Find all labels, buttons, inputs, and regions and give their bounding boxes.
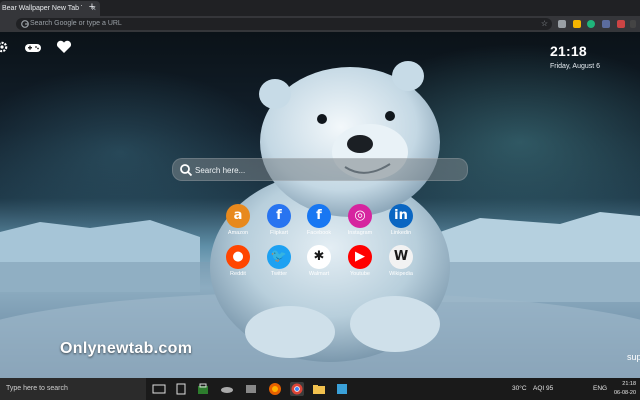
shortcut-label: Linkedin (390, 230, 412, 236)
shortcut-instagram[interactable]: ◎ Instagram (340, 204, 380, 244)
task-view-icon[interactable] (152, 382, 166, 396)
extension-icon[interactable] (617, 20, 625, 28)
favorites-button[interactable] (56, 40, 72, 54)
facebook-icon: f (307, 204, 331, 228)
file-explorer-icon[interactable] (312, 382, 326, 396)
address-bar[interactable]: Search Google or type a URL ☆ (16, 18, 552, 30)
brand-name: Onlynewtab.com (60, 340, 193, 357)
extension-icon[interactable] (573, 20, 581, 28)
address-bar-placeholder: Search Google or type a URL (30, 20, 122, 27)
app-icon[interactable] (220, 382, 234, 396)
store-icon[interactable] (196, 382, 210, 396)
taskbar-search[interactable]: Type here to search (0, 378, 146, 400)
app-icon[interactable] (174, 382, 188, 396)
google-g-icon (21, 20, 29, 28)
search-input[interactable] (195, 162, 455, 178)
taskbar-clock[interactable]: 21:18 06-08-20 (614, 380, 636, 398)
shortcut-walmart[interactable]: ✱ Walmart (299, 245, 339, 285)
shortcut-youtube[interactable]: ▶ Youtube (340, 245, 380, 285)
shortcut-label: Wikipedia (389, 271, 413, 277)
extension-icon[interactable] (602, 20, 610, 28)
shortcut-flipkart[interactable]: f Flipkart (259, 204, 299, 244)
linkedin-icon: in (389, 204, 413, 228)
youtube-icon: ▶ (348, 245, 372, 269)
shortcut-wikipedia[interactable]: W Wikipedia (381, 245, 421, 285)
heart-icon (56, 40, 72, 53)
app-icon[interactable] (335, 382, 349, 396)
shortcut-amazon[interactable]: a Amazon (218, 204, 258, 244)
search-icon[interactable] (179, 163, 193, 177)
tab-title: Bear Wallpaper New Tab Th (2, 5, 82, 12)
browser-toolbar: Search Google or type a URL ☆ (0, 16, 640, 32)
walmart-icon: ✱ (307, 245, 331, 269)
shortcut-linkedin[interactable]: in Linkedin (381, 204, 421, 244)
firefox-icon[interactable] (268, 382, 282, 396)
browser-tab-bar: Bear Wallpaper New Tab Th × + (0, 0, 640, 16)
extension-icon[interactable] (558, 20, 566, 28)
bookmark-star-icon[interactable]: ☆ (541, 18, 548, 30)
shortcut-reddit[interactable]: ● Reddit (218, 245, 258, 285)
taskbar-date: 06-08-20 (614, 390, 637, 396)
date: Friday, August 6 (550, 63, 601, 70)
taskbar: Type here to search 30°C AQI 95 ENG 21:1… (0, 378, 640, 400)
wikipedia-icon: W (389, 245, 413, 269)
shortcut-facebook[interactable]: f Facebook (299, 204, 339, 244)
app-icon[interactable] (244, 382, 258, 396)
settings-button[interactable] (0, 40, 8, 53)
instagram-icon: ◎ (348, 204, 372, 228)
shortcut-twitter[interactable]: 🐦 Twitter (259, 245, 299, 285)
search-box[interactable] (172, 158, 468, 181)
menu-icon[interactable] (630, 20, 636, 28)
amazon-icon: a (226, 204, 250, 228)
aqi-value[interactable]: AQI 95 (533, 378, 553, 400)
extension-icon[interactable] (587, 20, 595, 28)
weather-temp[interactable]: 30°C (512, 378, 527, 400)
browser-tab[interactable]: Bear Wallpaper New Tab Th × (0, 1, 100, 16)
flipkart-icon: f (267, 204, 291, 228)
clock: 21:18 (550, 43, 587, 59)
reddit-icon: ● (226, 245, 250, 269)
twitter-icon: 🐦 (267, 245, 291, 269)
chrome-icon[interactable] (290, 382, 304, 396)
taskbar-time: 21:18 (622, 381, 637, 387)
input-language[interactable]: ENG (593, 378, 607, 400)
new-tab-button[interactable]: + (86, 1, 98, 15)
corner-text: sup (627, 352, 640, 362)
gear-icon (0, 41, 8, 53)
gamepad-icon (25, 44, 41, 52)
games-button[interactable] (24, 41, 42, 53)
